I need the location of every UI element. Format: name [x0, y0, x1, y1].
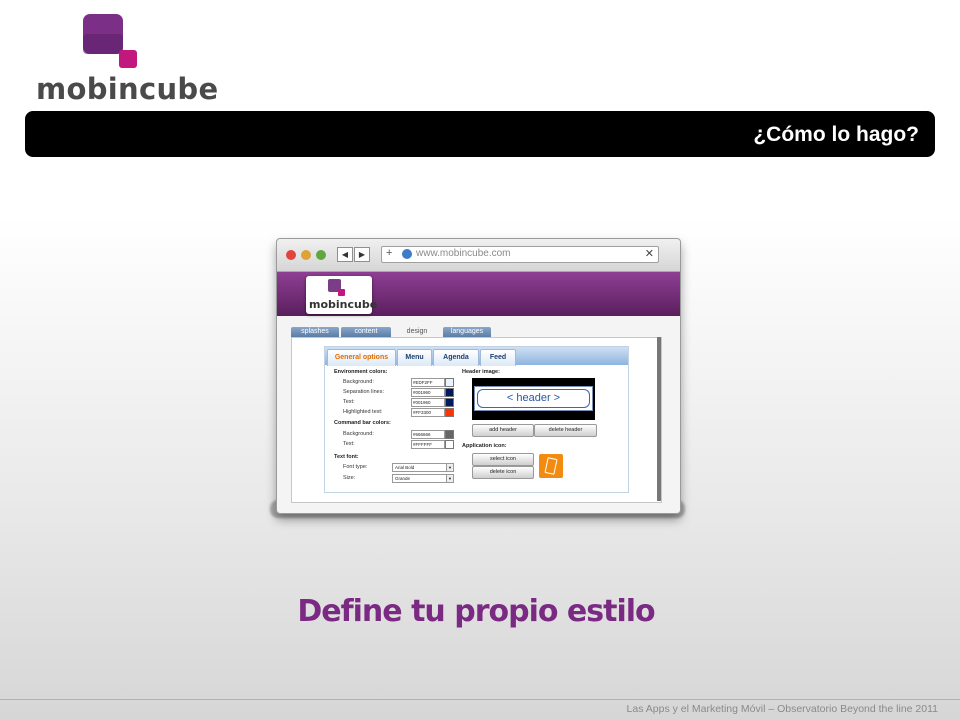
env-sep-hex-input[interactable]: #001960 — [411, 388, 445, 397]
add-bookmark-icon[interactable]: + — [386, 247, 392, 259]
tab-agenda[interactable]: Agenda — [433, 349, 479, 366]
tab-feed[interactable]: Feed — [480, 349, 516, 366]
site-logo[interactable]: mobincube — [306, 276, 377, 314]
font-size-label: Size: — [343, 475, 356, 481]
chevron-down-icon: ▼ — [446, 475, 453, 482]
font-type-label: Font type: — [343, 464, 368, 470]
env-text-hex-input[interactable]: #001960 — [411, 398, 445, 407]
forward-icon[interactable]: ▶ — [354, 247, 370, 262]
env-bg-hex-input[interactable]: #EDF2FF — [411, 378, 445, 387]
tab-general-options[interactable]: General options — [327, 349, 396, 366]
site-header: mobincube — [277, 272, 680, 316]
add-header-button[interactable]: add header — [472, 424, 534, 437]
header-image-preview: < header > — [472, 378, 595, 420]
delete-header-button[interactable]: delete header — [534, 424, 597, 437]
section-title: ¿Cómo lo hago? — [753, 123, 919, 146]
options-tabs: General options Menu Agenda Feed — [325, 347, 628, 366]
globe-icon — [402, 249, 412, 259]
close-icon[interactable]: ✕ — [645, 247, 654, 260]
font-size-value: Grande — [395, 476, 411, 481]
env-highlight-swatch[interactable] — [445, 408, 454, 417]
header-placeholder: < header > — [477, 389, 590, 408]
env-sep-swatch[interactable] — [445, 388, 454, 397]
cmd-bg-swatch[interactable] — [445, 430, 454, 439]
footer-divider — [0, 699, 960, 700]
font-type-select[interactable]: Arial Bold ▼ — [392, 463, 454, 472]
tab-languages[interactable]: languages — [443, 327, 491, 337]
scrollbar[interactable] — [657, 337, 661, 501]
phone-icon — [544, 457, 558, 475]
env-colors-heading: Environment colors: — [334, 369, 388, 375]
cmd-bg-hex-input[interactable]: #666666 — [411, 430, 445, 439]
back-icon[interactable]: ◀ — [337, 247, 353, 262]
tab-menu[interactable]: Menu — [397, 349, 432, 366]
design-panel: General options Menu Agenda Feed Environ… — [291, 337, 662, 503]
cmd-text-swatch[interactable] — [445, 440, 454, 449]
header-image-heading: Header image: — [462, 369, 500, 375]
cmd-text-label: Text: — [343, 441, 355, 447]
cmd-bg-label: Background: — [343, 431, 374, 437]
maximize-window-icon[interactable] — [316, 250, 326, 260]
chevron-down-icon: ▼ — [446, 464, 453, 471]
tagline: Define tu propio estilo — [297, 594, 655, 629]
logo-small-square-icon — [338, 289, 345, 296]
app-icon-preview — [539, 454, 563, 478]
section-title-bar: ¿Cómo lo hago? — [25, 111, 935, 157]
header-image-frame: < header > — [474, 386, 593, 411]
mobincube-logo-icon — [83, 14, 137, 68]
browser-window: ◀ ▶ + www.mobincube.com ✕ mobincube spla… — [276, 238, 681, 514]
env-highlight-hex-input[interactable]: #FF3300 — [411, 408, 445, 417]
select-icon-button[interactable]: select icon — [472, 453, 534, 466]
minimize-window-icon[interactable] — [301, 250, 311, 260]
cmd-text-hex-input[interactable]: #FFFFFF — [411, 440, 445, 449]
text-font-heading: Text font: — [334, 454, 359, 460]
url-bar[interactable]: + www.mobincube.com ✕ — [381, 246, 659, 263]
env-bg-swatch[interactable] — [445, 378, 454, 387]
font-size-select[interactable]: Grande ▼ — [392, 474, 454, 483]
tab-content[interactable]: content — [341, 327, 391, 337]
browser-chrome: ◀ ▶ + www.mobincube.com ✕ — [277, 239, 680, 272]
font-type-value: Arial Bold — [395, 465, 415, 470]
cmd-colors-heading: Command bar colors: — [334, 420, 391, 426]
url-text: www.mobincube.com — [416, 248, 511, 259]
close-window-icon[interactable] — [286, 250, 296, 260]
brand-name: mobincube — [36, 72, 219, 106]
env-highlight-label: Highlighted text: — [343, 409, 383, 415]
env-text-swatch[interactable] — [445, 398, 454, 407]
env-bg-label: Background: — [343, 379, 374, 385]
env-text-label: Text: — [343, 399, 355, 405]
options-card: General options Menu Agenda Feed Environ… — [324, 346, 629, 493]
tab-splashes[interactable]: splashes — [291, 327, 339, 337]
site-logo-text: mobincube — [309, 298, 378, 311]
footer-text: Las Apps y el Marketing Móvil – Observat… — [626, 703, 938, 715]
app-icon-heading: Application icon: — [462, 443, 507, 449]
delete-icon-button[interactable]: delete icon — [472, 466, 534, 479]
tab-design[interactable]: design — [393, 327, 441, 337]
env-sep-label: Separation lines: — [343, 389, 384, 395]
